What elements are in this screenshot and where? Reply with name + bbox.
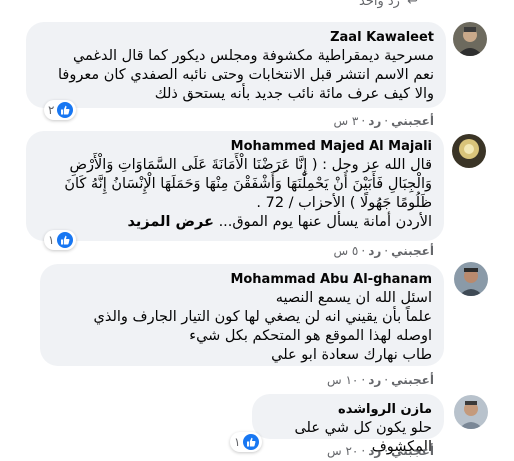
reaction-count[interactable]: ٢: [44, 100, 77, 120]
reply-link[interactable]: رد: [368, 114, 381, 128]
comment-bubble: Zaal Kawaleet مسرحية ديمقراطية مكشوفة وم…: [26, 22, 446, 108]
comment-actions: أعجبني·رد·٢٠ س: [327, 444, 434, 458]
avatar[interactable]: [454, 262, 488, 296]
reaction-count-value: ١: [234, 435, 241, 449]
reaction-count[interactable]: ١: [230, 432, 263, 452]
comment-text-wrap: قال الله عز وجل : ( إِنَّا عَرَضْنَا الْ…: [38, 156, 432, 232]
avatar[interactable]: [454, 395, 488, 429]
comment-time[interactable]: ١٠ س: [327, 373, 358, 387]
like-icon: [57, 102, 74, 118]
see-more-link[interactable]: عرض المزيد: [127, 214, 213, 230]
comment-time[interactable]: ٢٠ س: [327, 444, 358, 458]
like-link[interactable]: أعجبني: [391, 373, 434, 387]
reply-arrow-icon: ↩: [407, 0, 418, 9]
comment-bubble: Mohammed Majed Al Majali قال الله عز وجل…: [26, 131, 444, 241]
comment-author[interactable]: Zaal Kawaleet: [38, 29, 434, 46]
like-link[interactable]: أعجبني: [391, 244, 434, 258]
like-icon: [57, 232, 74, 248]
comment-text: اسئل الله ان يسمع النصيه علماً بأن يقيني…: [93, 290, 432, 363]
comment-author[interactable]: مازن الرواشده: [264, 401, 432, 418]
like-link[interactable]: أعجبني: [391, 444, 434, 458]
like-link[interactable]: أعجبني: [391, 114, 434, 128]
comment-actions: أعجبني·رد·١٠ س: [327, 373, 434, 387]
like-icon: [243, 434, 260, 450]
reaction-count[interactable]: ١: [44, 230, 77, 250]
view-replies-link[interactable]: ↩ رد واحد: [359, 0, 418, 9]
comment-text: مسرحية ديمقراطية مكشوفة ومجلس ديكور كما …: [58, 48, 434, 102]
reaction-count-value: ١: [48, 233, 55, 247]
view-replies-label: رد واحد: [359, 0, 400, 9]
avatar[interactable]: [453, 22, 487, 56]
comment-time[interactable]: ٥ س: [333, 244, 358, 258]
reply-link[interactable]: رد: [368, 373, 381, 387]
comment-bubble: Mohammad Abu Al-ghanam اسئل الله ان يسمع…: [40, 264, 444, 366]
comment-actions: أعجبني·رد·٣ س: [333, 114, 434, 128]
comment-actions: أعجبني·رد·٥ س: [333, 244, 434, 258]
reaction-count-value: ٢: [48, 103, 55, 117]
comment-author[interactable]: Mohammad Abu Al-ghanam: [52, 271, 432, 288]
comment-author[interactable]: Mohammed Majed Al Majali: [38, 138, 432, 155]
comment-bubble: مازن الرواشده حلو يكون كل شي على المكشوف: [252, 394, 444, 455]
comment-time[interactable]: ٣ س: [333, 114, 358, 128]
comment-text: قال الله عز وجل : ( إِنَّا عَرَضْنَا الْ…: [64, 157, 432, 230]
avatar[interactable]: [452, 134, 486, 168]
reply-link[interactable]: رد: [368, 244, 381, 258]
reply-link[interactable]: رد: [368, 444, 381, 458]
